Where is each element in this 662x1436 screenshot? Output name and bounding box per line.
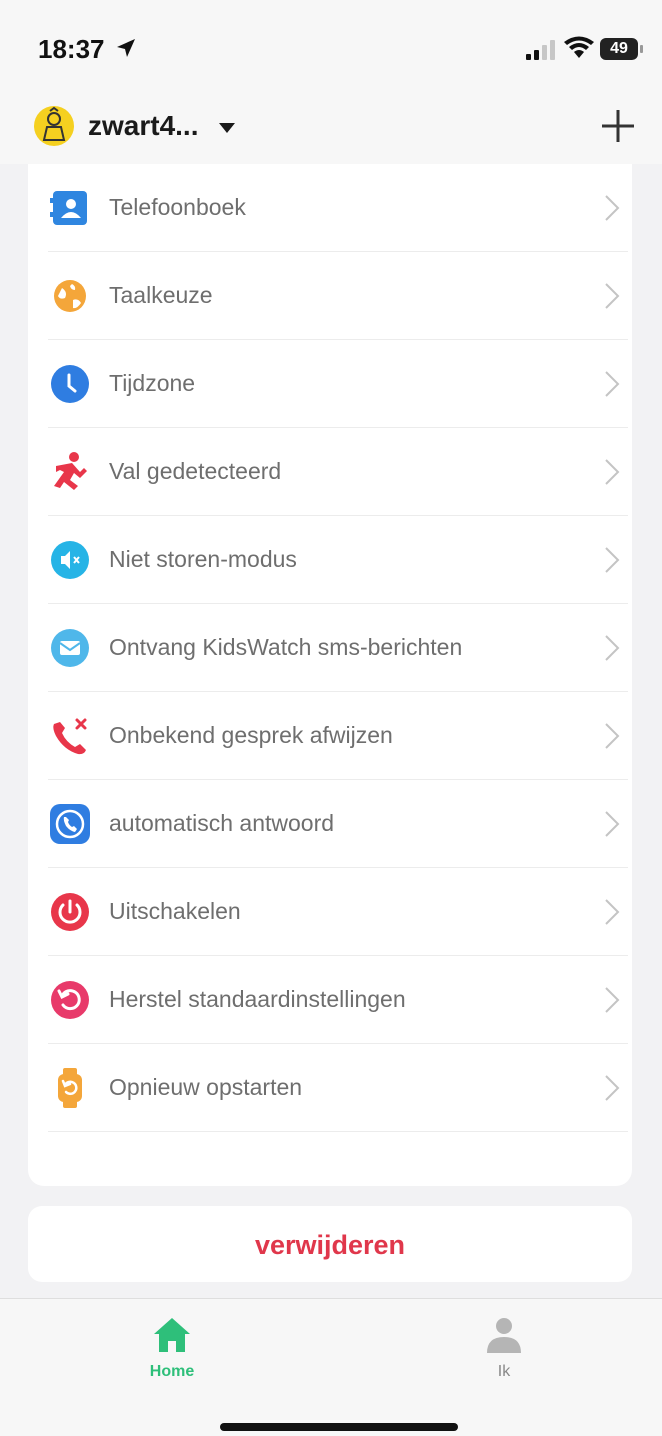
- delete-label: verwijderen: [254, 1230, 406, 1260]
- settings-item-label: automatisch antwoord: [109, 810, 335, 836]
- fall-detected-icon: [54, 452, 87, 490]
- settings-item-kidswatch-sms[interactable]: Ontvang KidsWatch sms-berichten: [48, 604, 628, 692]
- reject-call-icon: [53, 718, 87, 755]
- location-arrow-icon: [117, 39, 135, 57]
- globe-icon: [54, 280, 86, 312]
- settings-item-label: Uitschakelen: [109, 898, 241, 924]
- settings-item-opnieuw-opstarten[interactable]: Opnieuw opstarten: [48, 1044, 628, 1132]
- settings-item-val-gedetecteerd[interactable]: Val gedetecteerd: [48, 428, 628, 516]
- person-icon: [487, 1318, 521, 1353]
- chevron-right-icon: [605, 1075, 620, 1101]
- tab-profile[interactable]: Ik: [444, 1299, 564, 1389]
- tab-bar: Home Ik: [0, 1298, 662, 1436]
- chevron-right-icon: [605, 195, 620, 221]
- settings-item-label: Herstel standaardinstellingen: [109, 986, 406, 1012]
- settings-item-telefoonboek[interactable]: Telefoonboek: [48, 164, 628, 252]
- settings-item-niet-storen[interactable]: Niet storen-modus: [48, 516, 628, 604]
- contacts-icon: [50, 191, 87, 225]
- status-bar: 18:37 49: [0, 0, 662, 92]
- chevron-right-icon: [605, 635, 620, 661]
- cellular-signal-icon: [526, 40, 555, 60]
- tab-label: Home: [149, 1363, 195, 1380]
- settings-item-onbekend-gesprek[interactable]: Onbekend gesprek afwijzen: [48, 692, 628, 780]
- message-icon: [51, 629, 89, 667]
- device-name-selector[interactable]: zwart4...: [88, 110, 198, 142]
- chevron-right-icon: [605, 283, 620, 309]
- settings-item-label: Telefoonboek: [109, 194, 246, 220]
- wifi-icon: [564, 36, 594, 58]
- chevron-right-icon: [605, 811, 620, 837]
- tab-home[interactable]: Home: [112, 1299, 232, 1389]
- settings-item-label: Onbekend gesprek afwijzen: [109, 722, 393, 748]
- settings-item-uitschakelen[interactable]: Uitschakelen: [48, 868, 628, 956]
- settings-item-label: Opnieuw opstarten: [109, 1074, 303, 1100]
- chevron-right-icon: [605, 459, 620, 485]
- chevron-right-icon: [605, 371, 620, 397]
- settings-item-label: Tijdzone: [109, 370, 196, 396]
- caret-down-icon[interactable]: [218, 122, 236, 134]
- delete-device-button[interactable]: verwijderen: [28, 1206, 632, 1282]
- settings-item-label: Val gedetecteerd: [109, 458, 282, 484]
- battery-indicator: 49: [600, 38, 638, 60]
- child-avatar-icon[interactable]: [34, 106, 74, 146]
- status-time: 18:37: [38, 34, 105, 64]
- tab-label: Ik: [497, 1363, 511, 1380]
- settings-item-taalkeuze[interactable]: Taalkeuze: [48, 252, 628, 340]
- reset-icon: [51, 981, 89, 1019]
- clock-icon: [51, 365, 89, 403]
- restart-watch-icon: [58, 1068, 82, 1108]
- chevron-right-icon: [605, 987, 620, 1013]
- chevron-right-icon: [605, 547, 620, 573]
- mute-icon: [51, 541, 89, 579]
- app-screen: 18:37 49 zwart4... Telefoonboek Taalkeuz…: [0, 0, 662, 1436]
- power-icon: [51, 893, 89, 931]
- chevron-right-icon: [605, 899, 620, 925]
- add-device-button[interactable]: [600, 108, 636, 144]
- settings-item-automatisch-antwoord[interactable]: automatisch antwoord: [48, 780, 628, 868]
- auto-answer-icon: [50, 804, 90, 844]
- settings-item-label: Taalkeuze: [109, 282, 213, 308]
- chevron-right-icon: [605, 723, 620, 749]
- device-header: zwart4...: [0, 92, 662, 164]
- settings-item-tijdzone[interactable]: Tijdzone: [48, 340, 628, 428]
- home-icon: [154, 1318, 190, 1352]
- battery-cap: [640, 45, 643, 53]
- settings-item-label: Ontvang KidsWatch sms-berichten: [109, 634, 463, 660]
- settings-item-label: Niet storen-modus: [109, 546, 297, 572]
- settings-list: Telefoonboek Taalkeuze Tijdzone Val gede…: [28, 164, 632, 1186]
- settings-item-herstel[interactable]: Herstel standaardinstellingen: [48, 956, 628, 1044]
- home-indicator[interactable]: [220, 1423, 458, 1431]
